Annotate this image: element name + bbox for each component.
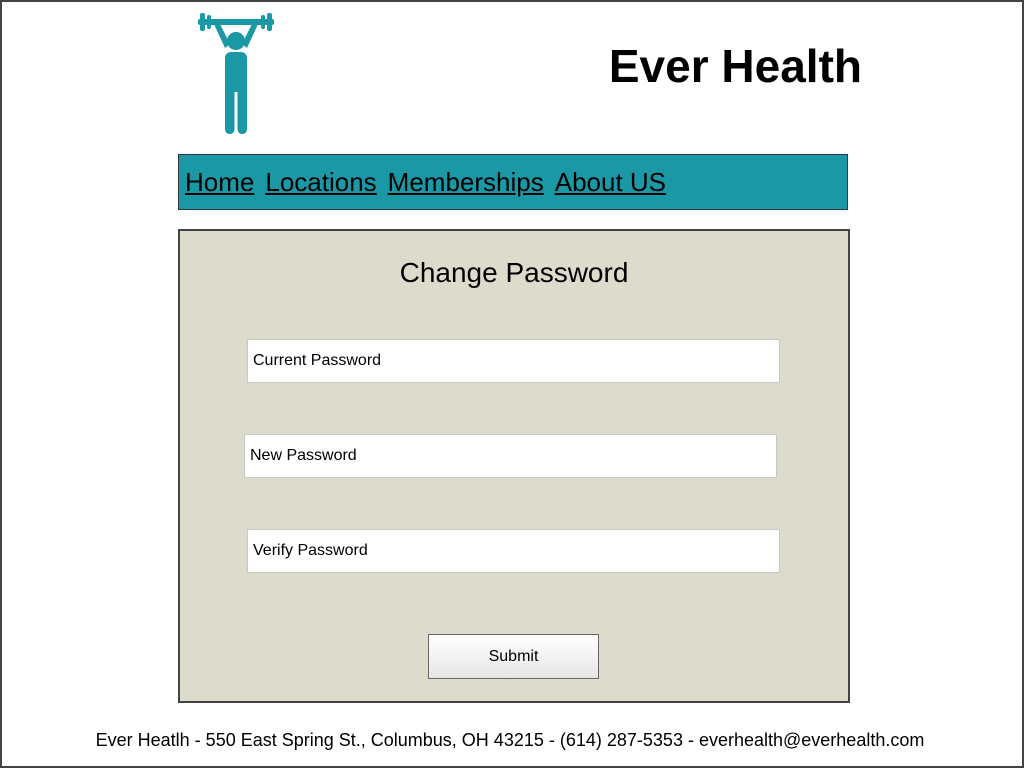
footer-contact: Ever Heatlh - 550 East Spring St., Colum… [95,730,925,750]
main-nav: Home Locations Memberships About US [178,154,848,210]
form-title: Change Password [399,257,629,288]
current-password-input[interactable] [247,339,780,383]
nav-link-locations[interactable]: Locations [265,167,376,198]
page-frame: Ever Health Home Locations Memberships A… [0,0,1024,768]
new-password-input[interactable] [244,434,777,478]
weightlifter-icon [198,13,274,134]
change-password-form: Change Password Submit [178,229,850,703]
site-title: Ever Health [608,40,862,92]
submit-button[interactable]: Submit [428,634,599,679]
nav-link-home[interactable]: Home [185,167,254,198]
verify-password-input[interactable] [247,529,780,573]
nav-link-memberships[interactable]: Memberships [388,167,544,198]
nav-link-about-us[interactable]: About US [555,167,666,198]
